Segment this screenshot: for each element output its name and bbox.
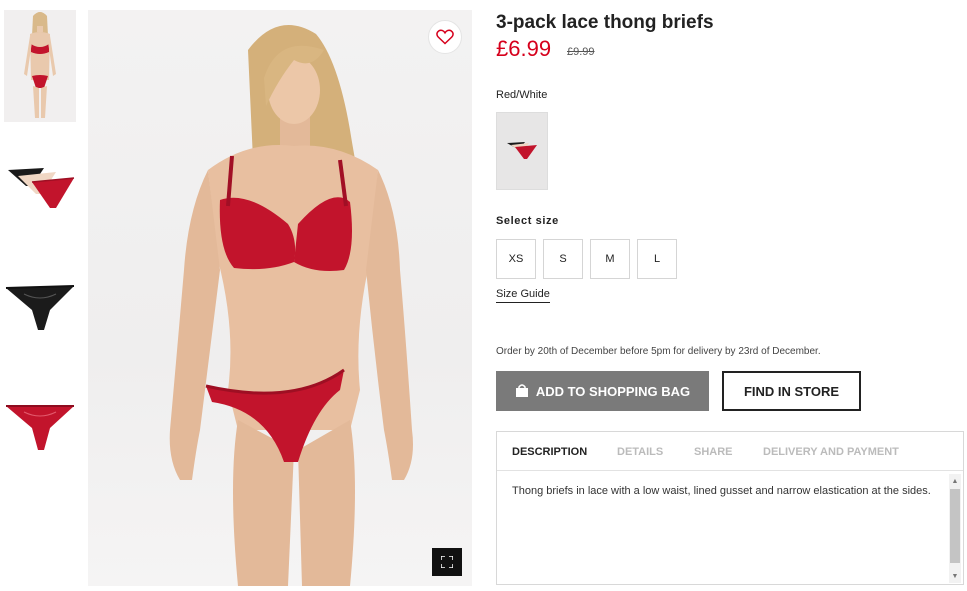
size-option-l[interactable]: L [637, 239, 677, 279]
thumbnail-model-image [24, 12, 56, 118]
find-in-store-button[interactable]: FIND IN STORE [722, 371, 861, 411]
description-text: Thong briefs in lace with a low waist, l… [512, 485, 931, 497]
color-name: Red/White [496, 89, 548, 101]
thumbnail-3pack[interactable] [4, 152, 76, 222]
model-photo [169, 25, 413, 586]
thumbnail-3pack-image [8, 168, 75, 208]
add-to-bag-button[interactable]: ADD TO SHOPPING BAG [496, 371, 709, 411]
size-option-xs[interactable]: XS [496, 239, 536, 279]
tab-share[interactable]: SHARE [694, 446, 733, 458]
delivery-note: Order by 20th of December before 5pm for… [496, 346, 821, 357]
thumbnail-red-image [6, 405, 74, 450]
thumbnail-black-image [5, 285, 75, 330]
scroll-down-icon[interactable]: ▼ [950, 571, 960, 581]
swatch-image [507, 142, 537, 159]
tab-description[interactable]: DESCRIPTION [512, 446, 587, 458]
main-product-image[interactable] [88, 10, 472, 586]
scroll-up-icon[interactable]: ▲ [950, 476, 960, 486]
description-scrollbar[interactable]: ▲ ▼ [949, 474, 961, 583]
product-price: £6.99 [496, 36, 552, 61]
thumbnail-model[interactable] [4, 10, 76, 122]
thumbnail-list [0, 0, 84, 591]
product-title: 3-pack lace thong briefs [496, 12, 714, 33]
shopping-bag-icon [515, 384, 528, 397]
size-option-s[interactable]: S [543, 239, 583, 279]
scrollbar-thumb[interactable] [950, 489, 960, 563]
tab-bar: DESCRIPTION DETAILS SHARE DELIVERY AND P… [497, 432, 963, 471]
color-swatch[interactable] [496, 112, 548, 190]
size-guide-link[interactable]: Size Guide [496, 288, 550, 303]
heart-icon [436, 29, 454, 45]
product-old-price: £9.99 [567, 46, 595, 58]
thumbnail-black[interactable] [4, 272, 76, 342]
thumbnail-red[interactable] [4, 390, 76, 460]
add-to-bag-label: ADD TO SHOPPING BAG [535, 383, 691, 399]
tab-details[interactable]: DETAILS [617, 446, 663, 458]
product-tabs: DESCRIPTION DETAILS SHARE DELIVERY AND P… [496, 431, 964, 585]
expand-icon [441, 556, 453, 568]
fullscreen-button[interactable] [432, 548, 462, 576]
tab-delivery-payment[interactable]: DELIVERY AND PAYMENT [763, 446, 899, 458]
select-size-label: Select size [496, 215, 559, 227]
favourite-button[interactable] [428, 20, 462, 54]
size-option-m[interactable]: M [590, 239, 630, 279]
